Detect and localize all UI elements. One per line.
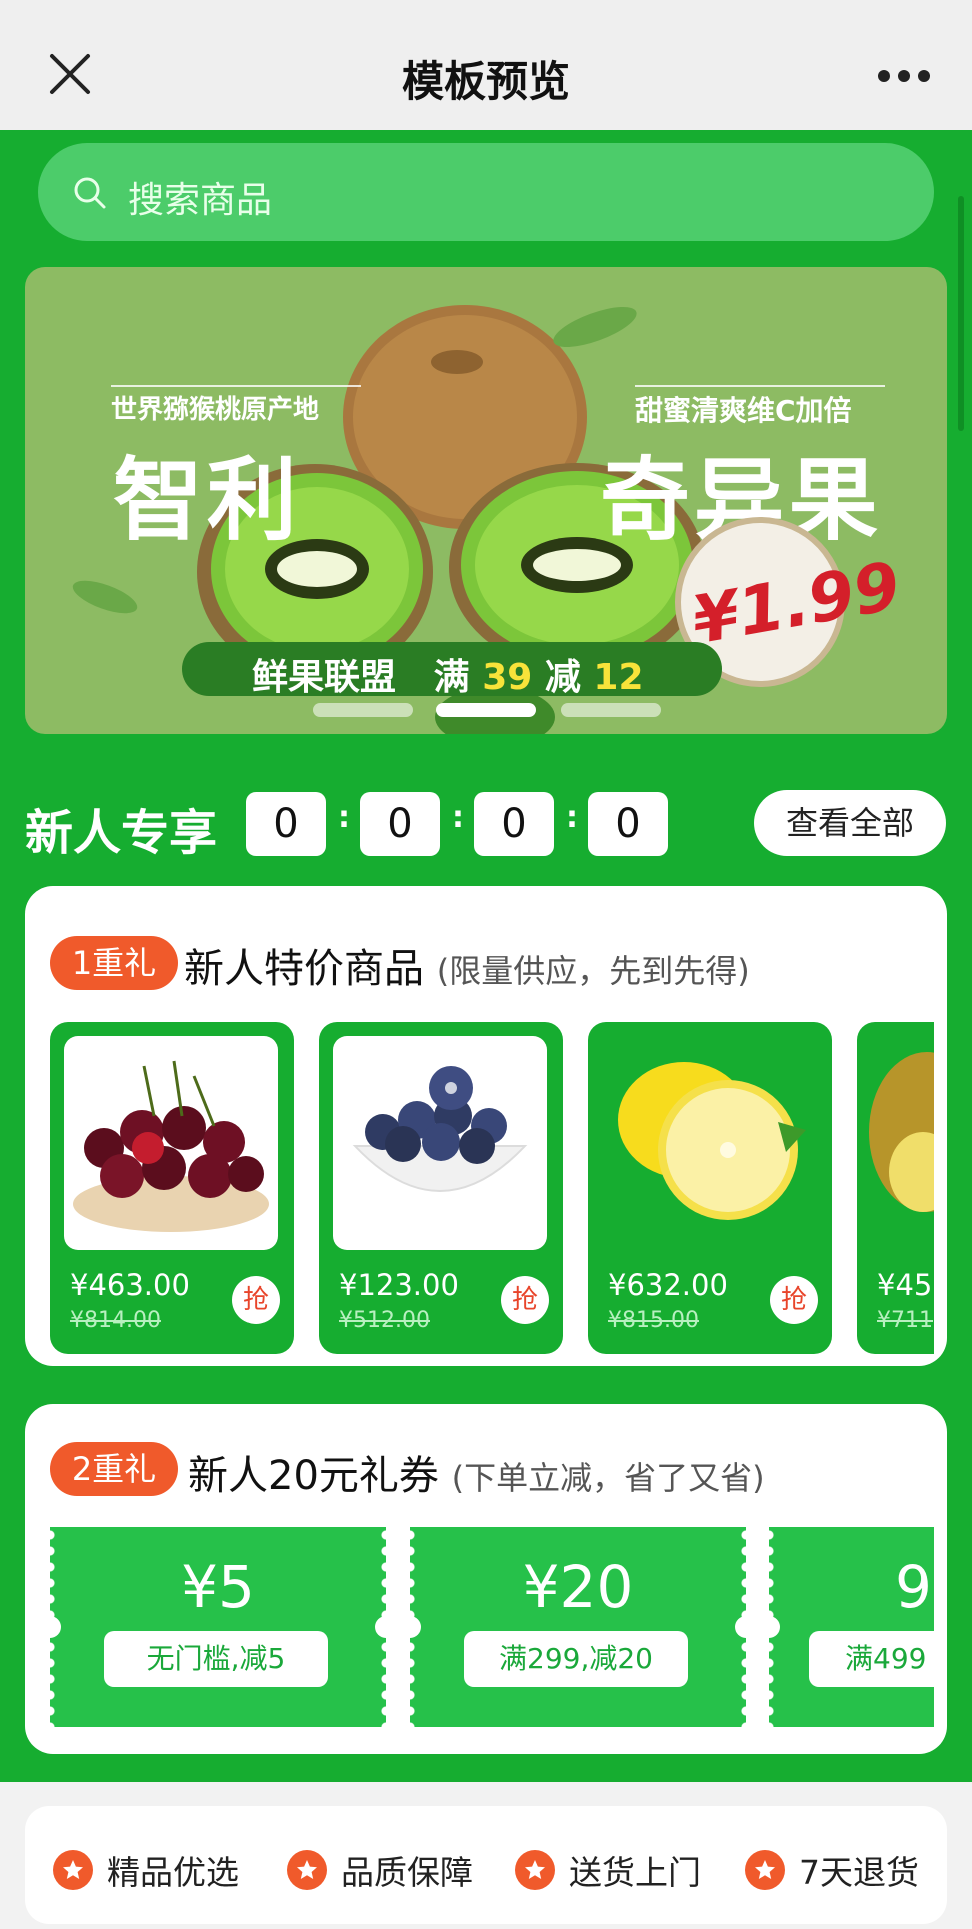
gift-tag: 1重礼 xyxy=(50,936,178,990)
product-image-lemon xyxy=(618,1062,806,1220)
coupon-condition: 无门槛,减5 xyxy=(104,1631,328,1687)
banner-subtitle-right: 甜蜜清爽维C加倍 xyxy=(635,394,852,427)
carousel-dot[interactable] xyxy=(561,703,661,717)
product-price: ¥632.00 xyxy=(608,1268,728,1302)
promo-full-value: 39 xyxy=(482,657,533,698)
feature-item: 品质保障 xyxy=(287,1846,473,1892)
coupon-scroller[interactable]: ¥5 无门槛,减5 ¥20 满299,减20 9 满499 xyxy=(50,1527,934,1727)
section-title: 新人专享 xyxy=(25,805,218,861)
product-image-cherries xyxy=(64,1036,278,1250)
banner-headline-left: 智利 xyxy=(113,448,301,553)
product-card[interactable]: ¥463.00 ¥814.00 抢 xyxy=(50,1022,294,1354)
grab-button[interactable]: 抢 xyxy=(232,1276,280,1324)
feature-item: 7天退货 xyxy=(745,1846,919,1892)
carousel-dot-active[interactable] xyxy=(436,703,536,717)
search-input[interactable]: 搜索商品 xyxy=(38,143,934,241)
feature-label: 品质保障 xyxy=(341,1853,473,1892)
coupon-card[interactable]: ¥20 满299,减20 xyxy=(410,1527,746,1727)
gift-tag: 2重礼 xyxy=(50,1442,178,1496)
coupon-condition: 满299,减20 xyxy=(464,1631,688,1687)
product-price: ¥123.00 xyxy=(339,1268,459,1302)
gift-title: 新人特价商品 (限量供应，先到先得) xyxy=(184,936,750,994)
gift-title-sub: (下单立减，省了又省) xyxy=(451,1459,765,1497)
countdown-colon: : xyxy=(338,800,350,835)
grab-button[interactable]: 抢 xyxy=(501,1276,549,1324)
gift-title-main: 新人特价商品 xyxy=(184,946,424,992)
countdown-digit: 0 xyxy=(588,792,668,856)
coupon-card[interactable]: 9 满499 xyxy=(769,1527,934,1727)
product-original-price: ¥814.00 xyxy=(70,1308,161,1333)
star-icon xyxy=(745,1850,785,1890)
coupon-card[interactable]: ¥5 无门槛,减5 xyxy=(50,1527,386,1727)
gift-title-main: 新人20元礼券 xyxy=(188,1453,439,1499)
promo-prefix: 鲜果联盟 xyxy=(252,657,397,698)
star-icon xyxy=(515,1850,555,1890)
countdown-colon: : xyxy=(566,800,578,835)
promo-minus-value: 12 xyxy=(593,657,644,698)
star-icon xyxy=(287,1850,327,1890)
countdown-digit: 0 xyxy=(246,792,326,856)
product-price: ¥463.00 xyxy=(70,1268,190,1302)
feature-label: 精品优选 xyxy=(107,1853,239,1892)
product-image-durian xyxy=(869,1052,934,1212)
product-image-blueberries xyxy=(333,1036,547,1250)
product-scroller[interactable]: ¥463.00 ¥814.00 抢 ¥123.00 ¥512.00 抢 ¥632… xyxy=(50,1022,934,1354)
product-price: ¥45 xyxy=(877,1268,933,1302)
grab-button[interactable]: 抢 xyxy=(770,1276,818,1324)
feature-label: 7天退货 xyxy=(799,1853,919,1892)
scrollbar[interactable] xyxy=(958,196,964,431)
product-original-price: ¥815.00 xyxy=(608,1308,699,1333)
search-icon xyxy=(74,177,106,209)
search-placeholder: 搜索商品 xyxy=(128,180,273,221)
carousel-dot[interactable] xyxy=(313,703,413,717)
more-icon[interactable] xyxy=(876,64,932,88)
promo-banner[interactable]: 世界猕猴桃原产地 甜蜜清爽维C加倍 智利 奇异果 ¥1.99 鲜果联盟 满 39… xyxy=(25,267,947,734)
countdown-digit: 0 xyxy=(360,792,440,856)
star-icon xyxy=(53,1850,93,1890)
coupon-notch xyxy=(769,1616,780,1638)
feature-item: 精品优选 xyxy=(53,1846,239,1892)
view-all-button[interactable]: 查看全部 xyxy=(754,790,946,856)
service-features-bar: 精品优选 品质保障 送货上门 7天退货 xyxy=(25,1806,947,1924)
coupon-amount: ¥5 xyxy=(181,1553,255,1621)
page-title: 模板预览 xyxy=(401,57,570,106)
promo-minus-label: 减 xyxy=(544,657,581,698)
top-nav-bar: 模板预览 xyxy=(0,0,972,130)
banner-subtitle-left: 世界猕猴桃原产地 xyxy=(111,395,320,425)
gift-title-sub: (限量供应，先到先得) xyxy=(436,952,750,990)
countdown-digit: 0 xyxy=(474,792,554,856)
product-original-price: ¥512.00 xyxy=(339,1308,430,1333)
coupon-amount: 9 xyxy=(895,1553,932,1621)
banner-divider xyxy=(635,385,885,387)
banner-divider xyxy=(111,385,361,387)
gift-title: 新人20元礼券 (下单立减，省了又省) xyxy=(188,1443,765,1501)
feature-item: 送货上门 xyxy=(515,1846,701,1892)
coupon-condition: 满499 xyxy=(809,1631,934,1687)
product-card[interactable]: ¥45 ¥711 xyxy=(857,1022,934,1354)
promo-full-label: 满 xyxy=(433,657,470,698)
feature-label: 送货上门 xyxy=(569,1853,701,1892)
coupon-amount: ¥20 xyxy=(522,1553,634,1621)
product-card[interactable]: ¥632.00 ¥815.00 抢 xyxy=(588,1022,832,1354)
promo-strip: 鲜果联盟 满 39 减 12 xyxy=(182,642,722,698)
product-original-price: ¥711 xyxy=(877,1308,933,1333)
countdown-colon: : xyxy=(452,800,464,835)
product-card[interactable]: ¥123.00 ¥512.00 抢 xyxy=(319,1022,563,1354)
